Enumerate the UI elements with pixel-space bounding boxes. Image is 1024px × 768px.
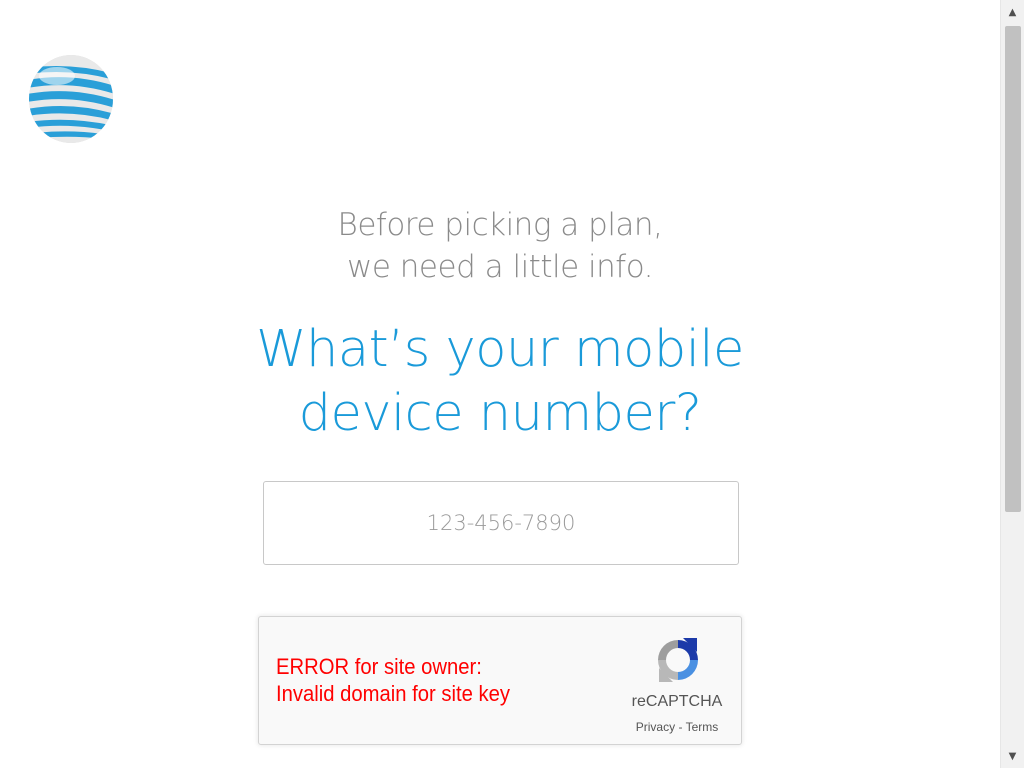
title-line-1: What’s your mobile <box>256 320 744 379</box>
intro-line-2: we need a little info. <box>347 249 653 285</box>
att-globe-icon <box>29 55 113 143</box>
phone-number-input[interactable] <box>263 481 739 565</box>
recaptcha-error-line-2: Invalid domain for site key <box>276 681 510 706</box>
vertical-scrollbar[interactable]: ▲ ▼ <box>1000 0 1024 768</box>
recaptcha-icon <box>658 638 698 682</box>
page-title: What’s your mobile device number? <box>0 318 1000 446</box>
title-line-2: device number? <box>298 384 702 443</box>
intro-text: Before picking a plan, we need a little … <box>0 204 1000 288</box>
scroll-up-button[interactable]: ▲ <box>1001 3 1024 21</box>
recaptcha-error-line-1: ERROR for site owner: <box>276 654 482 679</box>
att-logo[interactable] <box>27 54 115 144</box>
arrow-up-icon: ▲ <box>1008 6 1017 18</box>
recaptcha-widget[interactable]: ERROR for site owner: Invalid domain for… <box>258 616 742 745</box>
recaptcha-terms-link[interactable]: Terms <box>686 720 719 734</box>
arrow-down-icon: ▼ <box>1008 750 1017 762</box>
scroll-down-button[interactable]: ▼ <box>1001 747 1024 765</box>
recaptcha-brand-label: reCAPTCHA <box>631 693 723 710</box>
recaptcha-error-message: ERROR for site owner: Invalid domain for… <box>276 653 510 707</box>
recaptcha-link-separator: - <box>675 720 686 734</box>
scrollbar-thumb[interactable] <box>1005 26 1021 512</box>
intro-line-1: Before picking a plan, <box>337 207 663 243</box>
recaptcha-privacy-link[interactable]: Privacy <box>636 720 675 734</box>
recaptcha-links: Privacy - Terms <box>619 720 735 734</box>
